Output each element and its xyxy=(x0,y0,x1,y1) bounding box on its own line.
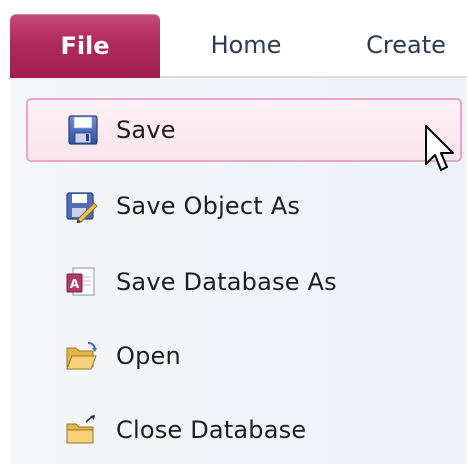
access-backstage-view: File Home Create Save Save Object As A S… xyxy=(0,0,467,464)
menu-item-label: Save Database As xyxy=(116,268,337,296)
menu-item-label: Open xyxy=(116,342,181,370)
svg-text:A: A xyxy=(70,277,80,291)
backstage-menu: Save Save Object As A Save Database As O… xyxy=(10,78,467,464)
menu-item-label: Save Object As xyxy=(116,192,301,220)
menu-item-label: Save xyxy=(116,116,176,144)
menu-item-save-database-as[interactable]: A Save Database As xyxy=(28,250,460,314)
mouse-pointer-icon xyxy=(425,125,454,171)
floppy-disk-icon xyxy=(68,115,98,145)
menu-item-save-object-as[interactable]: Save Object As xyxy=(28,174,460,238)
menu-item-open[interactable]: Open xyxy=(28,324,460,388)
menu-item-label: Close Database xyxy=(116,416,307,444)
close-database-folder-icon xyxy=(66,415,95,444)
tab-file[interactable]: File xyxy=(10,14,160,78)
tab-create[interactable]: Create xyxy=(348,14,464,76)
tab-home[interactable]: Home xyxy=(196,14,296,76)
menu-item-save[interactable]: Save xyxy=(26,98,462,162)
save-object-as-icon xyxy=(66,192,98,223)
ribbon-tab-bar: File Home Create xyxy=(0,0,467,78)
open-folder-icon xyxy=(66,342,97,370)
save-database-as-icon: A xyxy=(66,267,95,296)
menu-item-close-database[interactable]: Close Database xyxy=(28,398,460,462)
